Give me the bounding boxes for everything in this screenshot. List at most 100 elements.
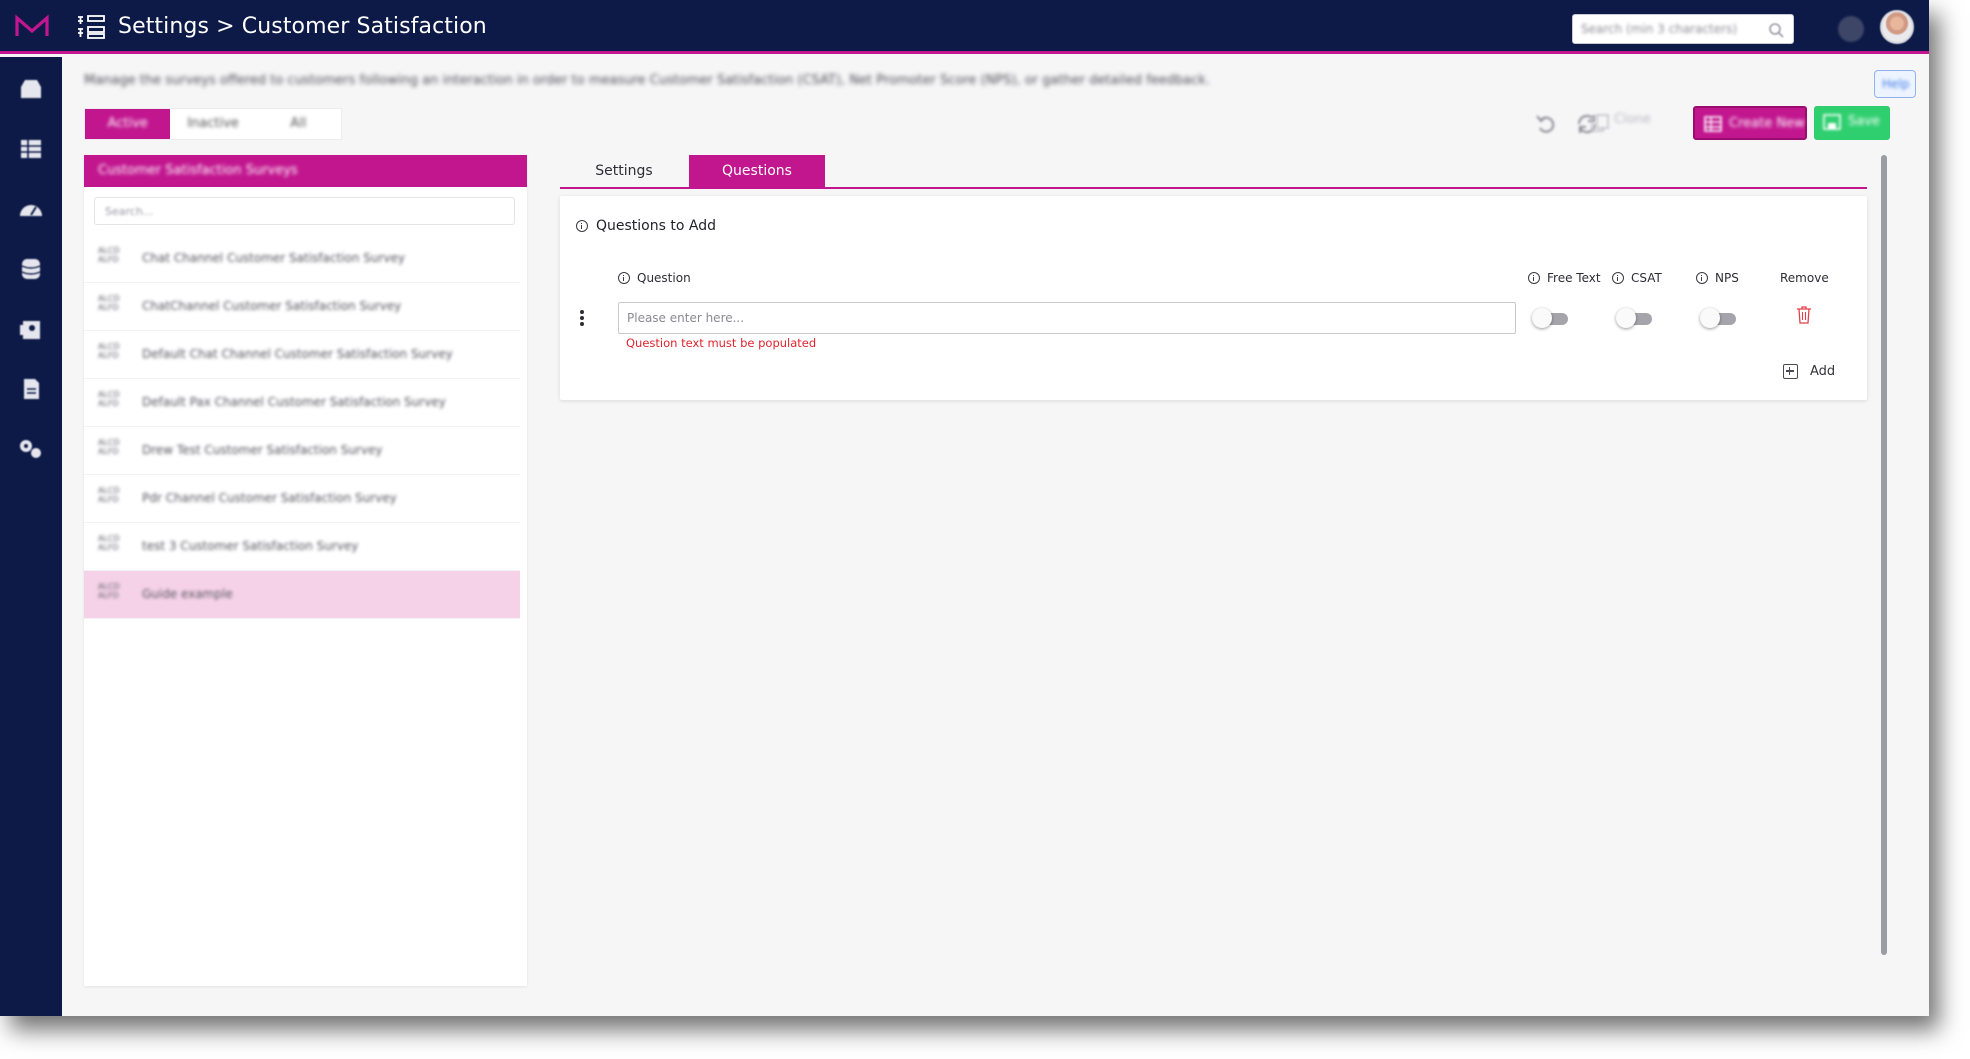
- top-bar: Settings > Customer Satisfaction Search …: [0, 0, 1929, 54]
- column-header-question: Question: [618, 271, 691, 285]
- survey-search-placeholder: Search...: [105, 205, 154, 218]
- save-disk-icon: [1823, 114, 1841, 130]
- save-label: Save: [1848, 114, 1880, 129]
- filter-tab-inactive[interactable]: Inactive: [170, 109, 255, 139]
- survey-item-name: Default Chat Channel Customer Satisfacti…: [142, 347, 453, 361]
- tab-questions[interactable]: Questions: [689, 155, 825, 187]
- survey-list-item[interactable]: ALCD ALFD Default Chat Channel Customer S…: [84, 331, 520, 379]
- contacts-book-icon[interactable]: [18, 317, 44, 341]
- info-icon: [576, 220, 588, 232]
- database-icon[interactable]: [18, 257, 44, 281]
- filter-tab-active[interactable]: Active: [85, 109, 171, 139]
- add-question-label: Add: [1810, 364, 1836, 379]
- filter-tab-all[interactable]: All: [256, 109, 341, 139]
- survey-list-item[interactable]: ALCD ALFD Guide example: [84, 571, 520, 619]
- filter-tab-active-label: Active: [107, 116, 148, 131]
- filter-tab-inactive-label: Inactive: [187, 116, 239, 131]
- column-header-remove-label: Remove: [1780, 271, 1829, 285]
- grid-list-icon[interactable]: [18, 137, 44, 161]
- column-header-remove: Remove: [1780, 271, 1829, 285]
- nps-toggle[interactable]: [1700, 308, 1738, 328]
- column-header-free-text-label: Free Text: [1547, 271, 1601, 285]
- help-icon[interactable]: [1838, 16, 1864, 42]
- survey-item-name: ChatChannel Customer Satisfaction Survey: [142, 299, 402, 313]
- settings-list-icon: [78, 15, 105, 39]
- survey-list-item[interactable]: ALCD ALFD Default Pax Channel Customer Sa…: [84, 379, 520, 427]
- status-filter-tabs: Active Inactive All: [84, 108, 342, 140]
- survey-item-id: ALCD ALFD: [98, 342, 120, 360]
- info-icon: [1528, 272, 1540, 284]
- dashboard-gauge-icon[interactable]: [18, 197, 44, 221]
- create-new-label: Create New: [1729, 116, 1805, 131]
- global-search-input[interactable]: Search (min 3 characters): [1572, 14, 1794, 44]
- clone-button[interactable]: Clone: [1614, 112, 1651, 127]
- document-icon[interactable]: [18, 377, 44, 401]
- app-logo-icon[interactable]: [14, 14, 50, 40]
- drag-handle-icon[interactable]: [580, 310, 584, 326]
- survey-item-id: ALCD ALFD: [98, 534, 120, 552]
- csat-toggle[interactable]: [1616, 308, 1654, 328]
- column-header-nps-label: NPS: [1715, 271, 1739, 285]
- survey-item-id: ALCD ALFD: [98, 438, 120, 456]
- info-icon: [1696, 272, 1708, 284]
- survey-item-id: ALCD ALFD: [98, 486, 120, 504]
- survey-panel-title: Customer Satisfaction Surveys: [98, 163, 298, 178]
- survey-list-item[interactable]: ALCD ALFD ChatChannel Customer Satisfacti…: [84, 283, 520, 331]
- survey-item-name: Guide example: [142, 587, 233, 601]
- survey-list-item[interactable]: ALCD ALFD Drew Test Customer Satisfaction…: [84, 427, 520, 475]
- screenshot-stage: Settings > Customer Satisfaction Search …: [0, 0, 1970, 1059]
- survey-item-name: Chat Channel Customer Satisfaction Surve…: [142, 251, 406, 265]
- survey-item-id: ALCD ALFD: [98, 246, 120, 264]
- survey-item-name: Pdr Channel Customer Satisfaction Survey: [142, 491, 397, 505]
- survey-item-id: ALCD ALFD: [98, 582, 120, 600]
- settings-gears-icon[interactable]: [18, 437, 44, 461]
- tab-settings[interactable]: Settings: [560, 155, 688, 187]
- save-button[interactable]: Save: [1814, 106, 1890, 140]
- questions-to-add-heading: Questions to Add: [576, 218, 716, 234]
- question-error-message: Question text must be populated: [626, 336, 817, 350]
- column-header-csat-label: CSAT: [1631, 271, 1662, 285]
- info-icon: [1612, 272, 1624, 284]
- column-header-csat: CSAT: [1612, 271, 1662, 285]
- survey-list-item[interactable]: ALCD ALFD Chat Channel Customer Satisfact…: [84, 235, 520, 283]
- questions-card: Questions to Add Question Free Text CSAT…: [560, 196, 1867, 400]
- undo-icon[interactable]: [1534, 112, 1560, 136]
- user-avatar[interactable]: [1880, 10, 1914, 44]
- survey-item-id: ALCD ALFD: [98, 390, 120, 408]
- create-grid-icon: [1704, 116, 1722, 132]
- survey-list: ALCD ALFD Chat Channel Customer Satisfact…: [84, 235, 520, 619]
- page-description: Manage the surveys offered to customers …: [84, 73, 1210, 88]
- survey-list-item[interactable]: ALCD ALFD Pdr Channel Customer Satisfacti…: [84, 475, 520, 523]
- survey-list-item[interactable]: ALCD ALFD test 3 Customer Satisfaction Su…: [84, 523, 520, 571]
- question-text-input[interactable]: [618, 302, 1516, 334]
- add-plus-icon: [1783, 364, 1798, 379]
- clone-icon[interactable]: [1590, 112, 1610, 136]
- questions-to-add-title: Questions to Add: [596, 218, 716, 234]
- create-new-button[interactable]: Create New: [1693, 106, 1807, 140]
- main-scrollbar-thumb[interactable]: [1881, 155, 1887, 955]
- info-icon: [618, 272, 630, 284]
- inbox-icon[interactable]: [18, 77, 44, 101]
- main-scrollbar[interactable]: [1881, 155, 1887, 955]
- help-button[interactable]: Help: [1874, 70, 1916, 98]
- survey-search-input[interactable]: Search...: [94, 197, 515, 225]
- add-question-button[interactable]: Add: [1783, 364, 1835, 379]
- survey-item-name: test 3 Customer Satisfaction Survey: [142, 539, 359, 553]
- filter-tab-all-label: All: [290, 116, 307, 131]
- survey-panel-header: Customer Satisfaction Surveys: [84, 155, 527, 187]
- survey-item-id: ALCD ALFD: [98, 294, 120, 312]
- global-search-placeholder: Search (min 3 characters): [1581, 22, 1738, 36]
- survey-detail-tabs: Settings Questions: [560, 155, 1867, 189]
- survey-item-name: Default Pax Channel Customer Satisfactio…: [142, 395, 446, 409]
- column-header-free-text: Free Text: [1528, 271, 1601, 285]
- help-button-label: Help: [1882, 77, 1910, 91]
- page-title: Settings > Customer Satisfaction: [118, 14, 487, 39]
- left-nav-sidebar: [0, 57, 62, 1016]
- column-header-question-label: Question: [637, 271, 691, 285]
- free-text-toggle[interactable]: [1532, 308, 1570, 328]
- trash-icon[interactable]: [1796, 305, 1812, 325]
- search-icon[interactable]: [1768, 22, 1784, 38]
- survey-list-panel: Customer Satisfaction Surveys Search... …: [84, 155, 527, 986]
- app-window: Settings > Customer Satisfaction Search …: [0, 0, 1929, 1016]
- column-header-nps: NPS: [1696, 271, 1739, 285]
